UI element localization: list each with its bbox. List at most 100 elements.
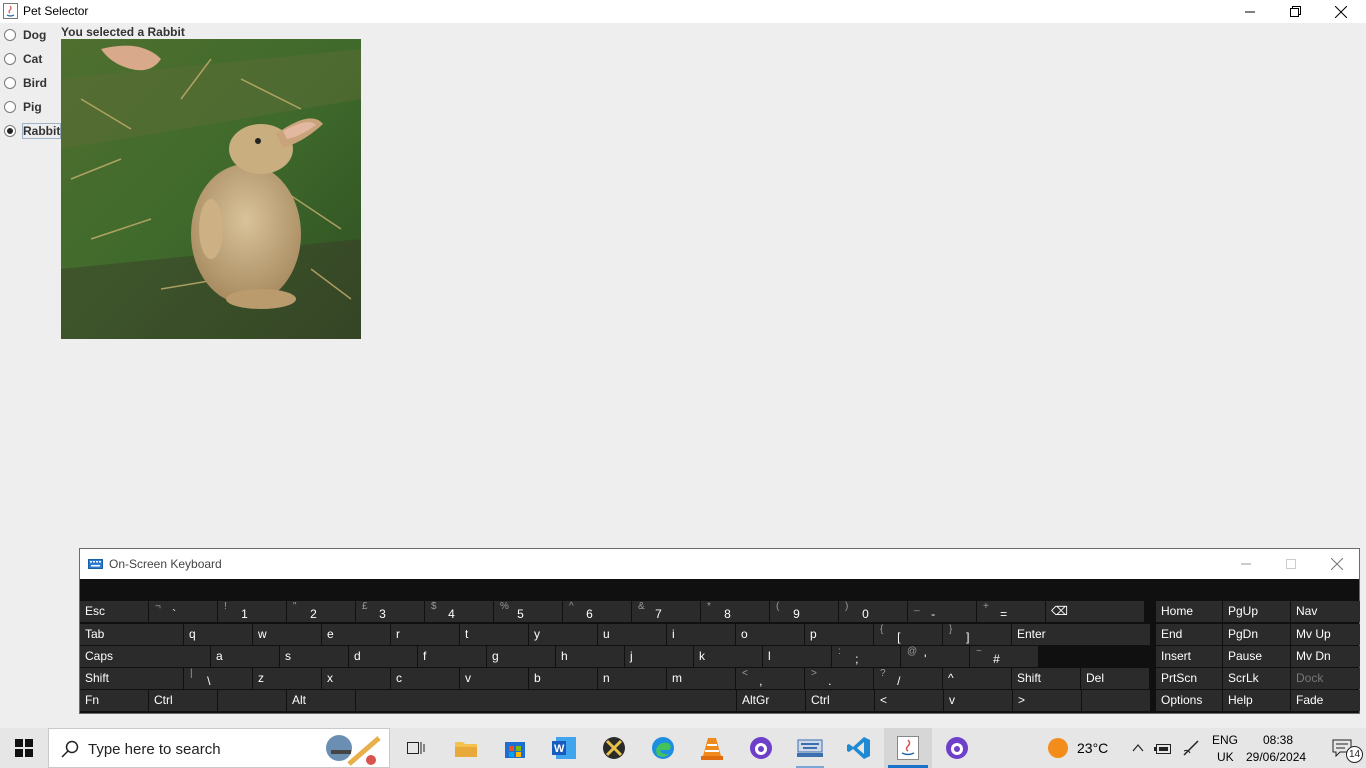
key[interactable]: ^ 6 bbox=[563, 601, 631, 622]
radio-pig[interactable]: Pig bbox=[4, 97, 43, 117]
weather-widget[interactable]: 23°C bbox=[1044, 728, 1114, 768]
key[interactable]: Alt bbox=[287, 690, 355, 711]
nav-key[interactable]: Help bbox=[1223, 690, 1290, 711]
key[interactable] bbox=[218, 690, 286, 711]
key[interactable]: $4 bbox=[425, 601, 493, 622]
nav-key[interactable]: Dock bbox=[1291, 668, 1360, 689]
nav-key[interactable]: Home bbox=[1156, 601, 1222, 622]
key[interactable]: a bbox=[211, 646, 279, 667]
nav-key[interactable]: Nav bbox=[1291, 601, 1360, 622]
java-app-button[interactable] bbox=[884, 728, 932, 768]
key[interactable]: :; bbox=[832, 646, 900, 667]
key[interactable]: ^ bbox=[943, 668, 1011, 689]
nav-key[interactable]: Mv Up bbox=[1291, 624, 1360, 645]
key[interactable]: g bbox=[487, 646, 555, 667]
key[interactable]: z bbox=[253, 668, 321, 689]
pen-button[interactable] bbox=[1180, 728, 1202, 768]
task-view-button[interactable] bbox=[392, 728, 440, 768]
key[interactable]: AltGr bbox=[737, 690, 805, 711]
radio-circle-checked[interactable] bbox=[4, 125, 16, 137]
key[interactable]: h bbox=[556, 646, 624, 667]
key[interactable]: " 2 bbox=[287, 601, 355, 622]
radio-circle[interactable] bbox=[4, 29, 16, 41]
key[interactable]: p bbox=[805, 624, 873, 645]
vscode-button[interactable] bbox=[835, 728, 883, 768]
key[interactable]: {[ bbox=[874, 624, 942, 645]
github-desktop-button-2[interactable] bbox=[933, 728, 981, 768]
key[interactable]: o bbox=[736, 624, 804, 645]
key[interactable]: (9 bbox=[770, 601, 838, 622]
key[interactable]: k bbox=[694, 646, 762, 667]
key[interactable]: <, bbox=[736, 668, 804, 689]
key[interactable]: ⌫ bbox=[1046, 601, 1144, 622]
key[interactable]: _ - bbox=[908, 601, 976, 622]
key[interactable]: Shift bbox=[1012, 668, 1080, 689]
key[interactable]: s bbox=[280, 646, 348, 667]
nav-key[interactable]: Pause bbox=[1223, 646, 1290, 667]
radio-circle[interactable] bbox=[4, 77, 16, 89]
word-button[interactable]: W bbox=[540, 728, 588, 768]
nav-key[interactable]: Mv Dn bbox=[1291, 646, 1360, 667]
key[interactable]: w bbox=[253, 624, 321, 645]
key[interactable]: d bbox=[349, 646, 417, 667]
key[interactable]: e bbox=[322, 624, 390, 645]
on-screen-keyboard-button[interactable] bbox=[786, 728, 834, 768]
nav-key[interactable]: Fade bbox=[1291, 690, 1360, 711]
key[interactable]: >. bbox=[805, 668, 873, 689]
key[interactable]: n bbox=[598, 668, 666, 689]
key[interactable] bbox=[1082, 690, 1150, 711]
nav-key[interactable]: Options bbox=[1156, 690, 1222, 711]
radio-bird[interactable]: Bird bbox=[4, 73, 48, 93]
game-app-button[interactable] bbox=[590, 728, 638, 768]
key[interactable]: b bbox=[529, 668, 597, 689]
microsoft-store-button[interactable] bbox=[491, 728, 539, 768]
key[interactable]: & 7 bbox=[632, 601, 700, 622]
radio-rabbit[interactable]: Rabbit bbox=[4, 121, 62, 141]
key[interactable]: ? / bbox=[874, 668, 942, 689]
nav-key[interactable]: PgDn bbox=[1223, 624, 1290, 645]
radio-cat[interactable]: Cat bbox=[4, 49, 43, 69]
key[interactable] bbox=[356, 690, 736, 711]
show-hidden-icons-button[interactable] bbox=[1128, 728, 1148, 768]
key[interactable]: Tab bbox=[80, 624, 183, 645]
key[interactable]: y bbox=[529, 624, 597, 645]
key[interactable]: v bbox=[944, 690, 1012, 711]
osk-minimize-button[interactable] bbox=[1223, 549, 1269, 579]
minimize-button[interactable] bbox=[1227, 0, 1273, 23]
radio-circle[interactable] bbox=[4, 101, 16, 113]
key[interactable]: m bbox=[667, 668, 735, 689]
nav-key[interactable]: ScrLk bbox=[1223, 668, 1290, 689]
key[interactable]: Enter bbox=[1012, 624, 1150, 645]
radio-dog[interactable]: Dog bbox=[4, 25, 47, 45]
nav-key[interactable]: End bbox=[1156, 624, 1222, 645]
key[interactable]: i bbox=[667, 624, 735, 645]
key[interactable]: c bbox=[391, 668, 459, 689]
key[interactable]: @ ' bbox=[901, 646, 969, 667]
key[interactable]: x bbox=[322, 668, 390, 689]
key[interactable]: t bbox=[460, 624, 528, 645]
key[interactable]: Ctrl bbox=[149, 690, 217, 711]
edge-button[interactable] bbox=[639, 728, 687, 768]
taskbar-search[interactable]: Type here to search bbox=[48, 728, 390, 768]
clock[interactable]: 08:38 29/06/2024 bbox=[1246, 728, 1312, 768]
key[interactable]: Shift bbox=[80, 668, 183, 689]
osk-close-button[interactable] bbox=[1314, 549, 1360, 579]
key[interactable]: Del bbox=[1081, 668, 1149, 689]
key[interactable]: }] bbox=[943, 624, 1011, 645]
close-button[interactable] bbox=[1318, 0, 1364, 23]
start-button[interactable] bbox=[0, 728, 48, 768]
key[interactable]: ~ # bbox=[970, 646, 1038, 667]
key[interactable]: Esc bbox=[80, 601, 148, 622]
key[interactable]: v bbox=[460, 668, 528, 689]
key[interactable]: ) 0 bbox=[839, 601, 907, 622]
key[interactable]: < bbox=[875, 690, 943, 711]
key[interactable]: > bbox=[1013, 690, 1081, 711]
key[interactable]: l bbox=[763, 646, 831, 667]
key[interactable]: * 8 bbox=[701, 601, 769, 622]
key[interactable]: u bbox=[598, 624, 666, 645]
notification-center-button[interactable]: 14 bbox=[1318, 728, 1366, 768]
key[interactable]: ! 1 bbox=[218, 601, 286, 622]
key[interactable]: Ctrl bbox=[806, 690, 874, 711]
osk-maximize-button[interactable] bbox=[1268, 549, 1314, 579]
key[interactable]: f bbox=[418, 646, 486, 667]
